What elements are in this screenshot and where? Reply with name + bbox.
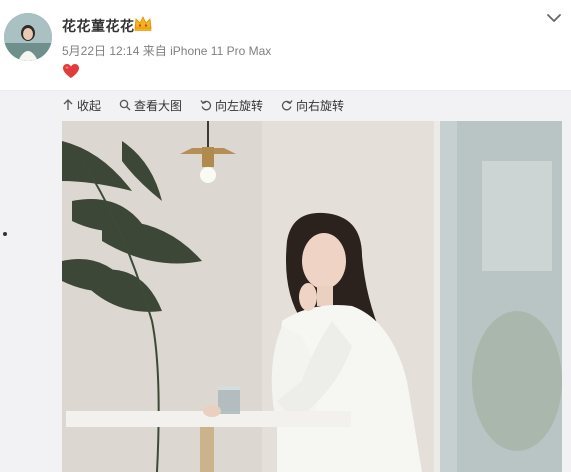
source-prefix: 来自 [142, 44, 167, 58]
view-large-label: 查看大图 [134, 98, 183, 113]
avatar-portrait-icon [4, 13, 52, 61]
vip-crown-icon[interactable] [133, 14, 153, 32]
post-header: 花花菫花花 5月22日 12:14 来自 iPhone 11 Pro Max [0, 0, 571, 90]
collapse-label: 收起 [77, 98, 102, 113]
rotate-right-button[interactable]: 向右旋转 [281, 97, 344, 114]
rotate-right-icon [281, 100, 293, 111]
post-source[interactable]: iPhone 11 Pro Max [170, 44, 271, 58]
collapse-button[interactable]: 收起 [62, 97, 101, 114]
list-bullet [3, 232, 7, 236]
magnifier-icon [119, 99, 131, 111]
rotate-right-label: 向右旋转 [296, 98, 345, 113]
post-photo[interactable] [62, 121, 562, 472]
rotate-left-label: 向左旋转 [215, 98, 264, 113]
rotate-left-button[interactable]: 向左旋转 [200, 97, 263, 114]
arrow-up-icon [63, 99, 73, 110]
heart-icon [63, 64, 79, 78]
post-meta: 5月22日 12:14 来自 iPhone 11 Pro Max [62, 42, 271, 59]
chevron-down-icon[interactable] [546, 10, 562, 26]
rotate-left-icon [200, 100, 212, 111]
view-large-button[interactable]: 查看大图 [119, 97, 182, 114]
avatar[interactable] [4, 13, 52, 61]
media-toolbar: 收起 查看大图 向左旋转 向右旋转 [62, 96, 344, 114]
photo-woman-at-table [62, 121, 562, 472]
username[interactable]: 花花菫花花 [62, 16, 135, 36]
post-date[interactable]: 5月22日 12:14 [62, 44, 139, 58]
